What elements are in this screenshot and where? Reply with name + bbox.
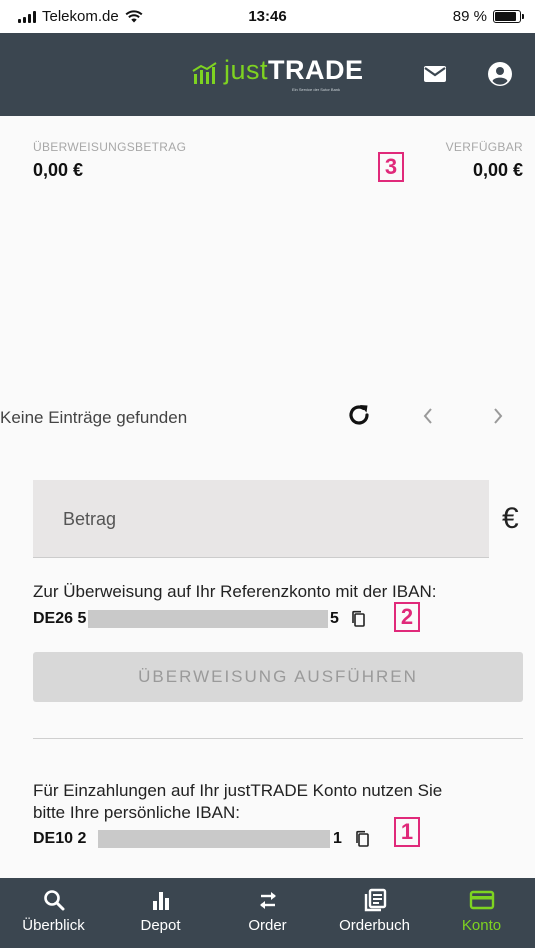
nav-label: Depot xyxy=(140,917,181,934)
battery-percent: 89 % xyxy=(452,8,487,25)
amount-input[interactable]: Betrag xyxy=(33,480,489,558)
search-icon xyxy=(43,890,64,911)
nav-label: Überblick xyxy=(22,917,85,934)
battery-info: 89 % xyxy=(452,8,524,25)
copy-icon[interactable] xyxy=(350,610,366,628)
deposit-iban-start: DE10 2 xyxy=(33,830,87,847)
empty-list-message: Keine Einträge gefunden xyxy=(0,408,188,427)
refresh-icon[interactable] xyxy=(346,402,372,428)
status-bar: Telekom.de 13:46 89 % xyxy=(0,0,535,33)
nav-item-depot[interactable]: Depot xyxy=(107,878,214,948)
annotation-marker-2: 2 xyxy=(394,602,420,632)
nav-label: Order xyxy=(248,917,287,934)
chevron-left-icon[interactable] xyxy=(420,406,436,426)
iban-redaction xyxy=(88,610,328,628)
nav-item-order[interactable]: Order xyxy=(214,878,321,948)
deposit-iban-end: 1 xyxy=(333,830,342,847)
swap-arrows-icon xyxy=(259,892,276,909)
logo-wordmark: justTRADE xyxy=(224,55,364,85)
currency-symbol: € xyxy=(502,502,519,535)
amount-placeholder: Betrag xyxy=(63,509,117,529)
copy-icon-deposit[interactable] xyxy=(354,830,370,848)
nav-item-orderbuch[interactable]: Orderbuch xyxy=(321,878,428,948)
chevron-right-icon[interactable] xyxy=(490,406,506,426)
transfer-amount-value: 0,00 € xyxy=(33,160,84,180)
account-content: ÜBERWEISUNGSBETRAG 0,00 € 3 VERFÜGBAR 0,… xyxy=(0,116,535,878)
nav-item-ueberblick[interactable]: Überblick xyxy=(0,878,107,948)
account-circle-icon[interactable] xyxy=(487,61,513,87)
deposit-info-line2: bitte Ihre persönliche IBAN: xyxy=(33,803,240,822)
nav-label: Konto xyxy=(461,917,502,934)
reference-iban-end: 5 xyxy=(330,610,339,627)
reference-iban-start: DE26 5 xyxy=(33,610,87,627)
reference-account-info: Zur Überweisung auf Ihr Referenzkonto mi… xyxy=(33,582,437,601)
execute-transfer-button[interactable]: ÜBERWEISUNG AUSFÜHREN xyxy=(33,652,523,702)
deposit-iban-redaction xyxy=(98,830,330,848)
mail-icon[interactable] xyxy=(422,61,448,87)
logo-tagline: Ein Service der Sutor Bank xyxy=(292,87,341,92)
book-icon xyxy=(364,888,386,912)
divider xyxy=(33,738,523,739)
available-value: 0,00 € xyxy=(472,160,523,180)
annotation-marker-1: 1 xyxy=(394,817,420,847)
annotation-marker-3: 3 xyxy=(378,152,404,182)
nav-item-konto[interactable]: Konto xyxy=(428,878,535,948)
battery-icon xyxy=(493,10,524,23)
credit-card-icon xyxy=(469,890,494,910)
available-label: VERFÜGBAR xyxy=(445,140,523,154)
app-header: justTRADE Ein Service der Sutor Bank xyxy=(0,33,535,116)
brand-logo: justTRADE Ein Service der Sutor Bank xyxy=(192,55,364,92)
nav-label: Orderbuch xyxy=(339,917,410,934)
deposit-info-line1: Für Einzahlungen auf Ihr justTRADE Konto… xyxy=(33,781,443,800)
transfer-amount-label: ÜBERWEISUNGSBETRAG xyxy=(33,140,187,154)
bar-chart-icon xyxy=(152,892,169,910)
logo-chart-icon xyxy=(192,62,217,84)
bottom-navigation: Überblick Depot Order Orderbuch Konto xyxy=(0,878,535,948)
